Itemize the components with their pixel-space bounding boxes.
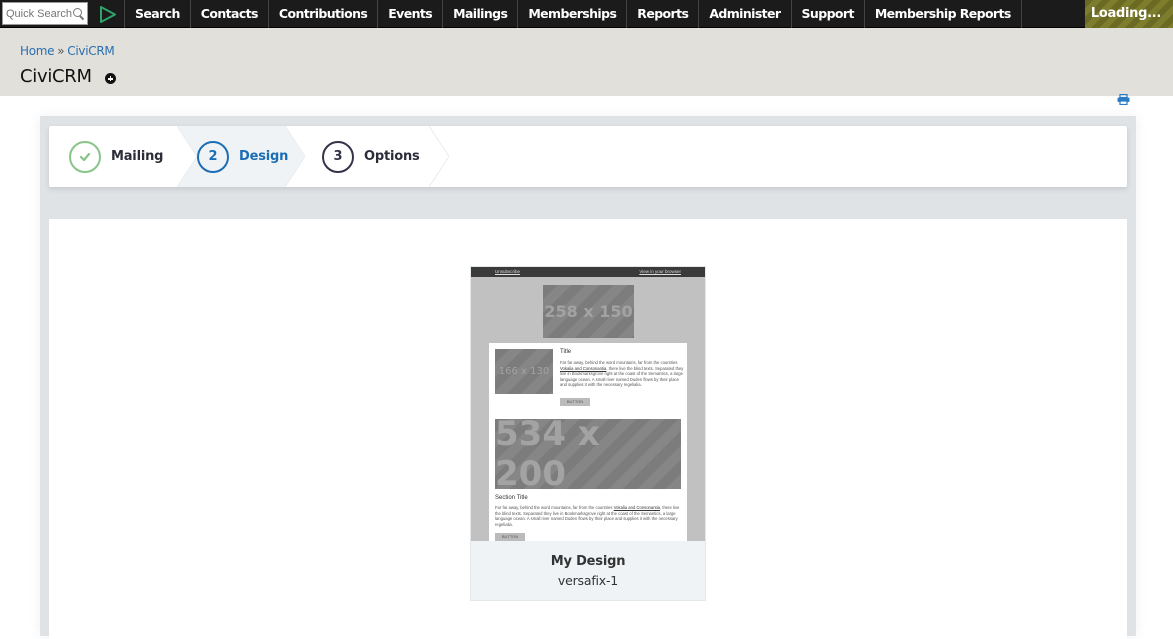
breadcrumb-separator: » [57, 44, 65, 58]
step-divider [429, 126, 449, 187]
breadcrumb-home[interactable]: Home [20, 44, 55, 58]
menu-item-administer[interactable]: Administer [698, 0, 790, 28]
main-menu: Search Contacts Contributions Events Mai… [124, 0, 1022, 28]
step-label: Options [364, 149, 420, 164]
step-label: Mailing [111, 149, 164, 164]
menu-item-mailings[interactable]: Mailings [442, 0, 517, 28]
wizard-step-mailing[interactable]: Mailing [69, 126, 163, 187]
template-id: versafix-1 [557, 573, 619, 588]
search-icon[interactable] [72, 7, 86, 21]
loading-indicator: Loading... [1085, 0, 1173, 28]
side-image-placeholder: 166 x 130 [495, 349, 553, 394]
preview-block-text: Far far away, behind the word mountains,… [560, 360, 684, 387]
quick-search[interactable] [2, 2, 88, 25]
template-name: My Design [550, 554, 626, 569]
menu-item-membership-reports[interactable]: Membership Reports [863, 0, 1022, 28]
preview-section-title: Section Title [495, 495, 528, 501]
page-header: Home» CiviCRM CiviCRM [0, 28, 1173, 96]
wizard-step-options[interactable]: 3 Options [322, 126, 420, 187]
design-panel: Unsubscribe View in your browser 258 x 1… [49, 219, 1127, 639]
mailing-wizard-container: Mailing 2 Design 3 Options Unsubscribe V… [40, 116, 1136, 639]
template-thumbnail[interactable]: Unsubscribe View in your browser 258 x 1… [471, 267, 705, 541]
menu-item-events[interactable]: Events [377, 0, 442, 28]
quick-search-input[interactable] [6, 7, 72, 20]
preview-unsubscribe-link: Unsubscribe [495, 269, 521, 274]
step-number-badge: 2 [197, 140, 229, 173]
check-icon [69, 140, 101, 173]
preview-body: 166 x 130 Title Far far away, behind the… [489, 343, 687, 541]
civicrm-logo-icon[interactable] [99, 6, 117, 23]
menu-item-search[interactable]: Search [124, 0, 190, 28]
wizard-steps: Mailing 2 Design 3 Options [49, 126, 1127, 187]
preview-block-title: Title [560, 349, 572, 355]
hero-image-placeholder: 258 x 150 [543, 285, 634, 338]
menu-item-support[interactable]: Support [790, 0, 864, 28]
big-image-placeholder: 534 x 200 [495, 414, 681, 494]
breadcrumb: Home» CiviCRM [20, 44, 115, 58]
menu-item-contacts[interactable]: Contacts [189, 0, 268, 28]
preview-section-text: Far far away, behind the word mountains,… [495, 505, 680, 527]
step-label: Design [239, 149, 289, 164]
menu-item-reports[interactable]: Reports [626, 0, 698, 28]
preview-block-button: BUTTON [560, 398, 590, 406]
preview-topbar: Unsubscribe View in your browser [471, 267, 705, 277]
template-card[interactable]: Unsubscribe View in your browser 258 x 1… [470, 266, 706, 601]
menu-item-memberships[interactable]: Memberships [517, 0, 626, 28]
step-number-badge: 3 [322, 140, 354, 173]
plus-circle-icon[interactable] [105, 73, 116, 84]
menu-item-contributions[interactable]: Contributions [267, 0, 377, 28]
page-title: CiviCRM [20, 66, 92, 87]
preview-view-in-browser-link: View in your browser [639, 269, 681, 274]
step-divider [177, 126, 197, 187]
breadcrumb-civicrm[interactable]: CiviCRM [67, 44, 114, 58]
print-icon[interactable] [1117, 94, 1130, 105]
wizard-step-design[interactable]: 2 Design [197, 126, 288, 187]
preview-section-button: BUTTON [495, 533, 525, 541]
top-menubar: Search Contacts Contributions Events Mai… [0, 0, 1173, 28]
